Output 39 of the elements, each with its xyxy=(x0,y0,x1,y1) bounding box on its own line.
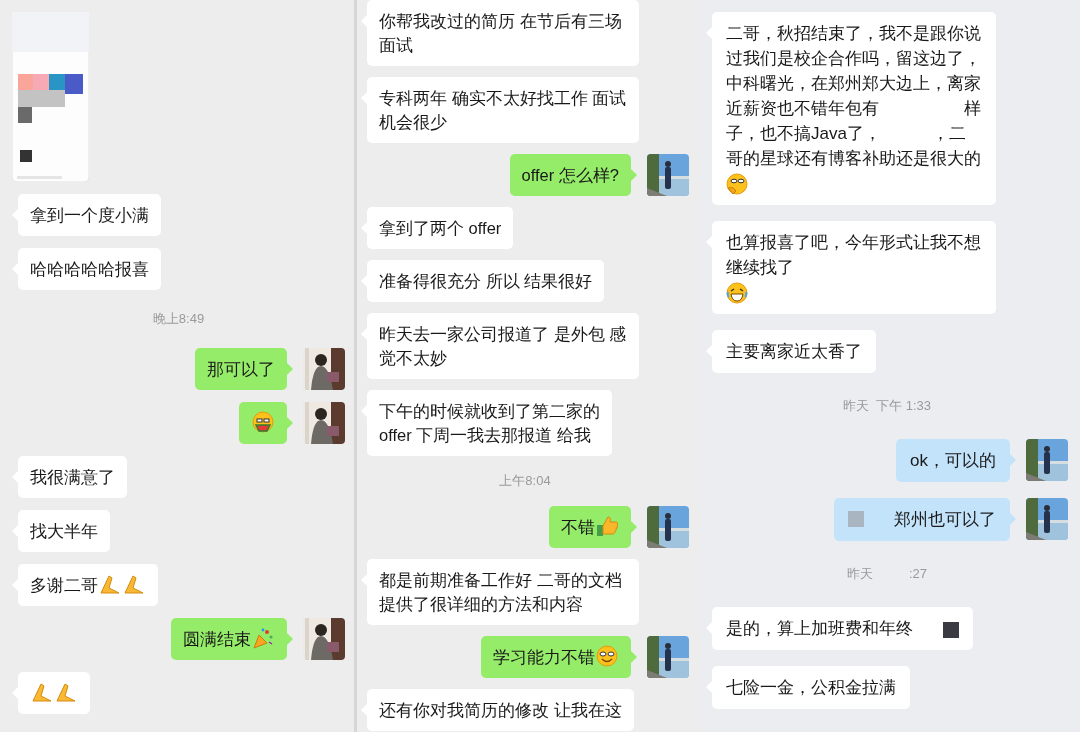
message-text: 学习能力不错 xyxy=(493,648,595,666)
timestamp: 晚上8:49 xyxy=(152,310,205,328)
message-text: offer 怎么样? xyxy=(521,166,619,184)
message-text: 主要离家近太香了 xyxy=(726,342,862,361)
message-text: 那可以了 xyxy=(207,360,275,378)
laughing-face-icon xyxy=(726,282,748,304)
message-text: 我很满意了 xyxy=(30,468,115,486)
thinking-face-icon xyxy=(726,173,748,195)
praying-hands-icon xyxy=(123,573,145,595)
message-text: 还有你对我简历的修改 让我在这 xyxy=(379,701,622,719)
message-text: 郑州也可以了 xyxy=(894,510,996,529)
message-text: ok，可以的 xyxy=(910,451,996,470)
message-text: 是的，算上加班费和年终 xyxy=(726,619,913,638)
message-text: 多谢二哥 xyxy=(30,576,98,594)
timestamp: 上午8:04 xyxy=(499,472,551,490)
praying-hands-icon xyxy=(99,573,121,595)
message-text: 也算报喜了吧，今年形式让我不想继续找了 xyxy=(726,233,981,277)
message-text: 拿到一个度小满 xyxy=(30,206,149,224)
message-text: 专科两年 确实不太好找工作 面试机会很少 xyxy=(379,89,627,131)
smiley-icon xyxy=(596,645,618,667)
message-text: 准备得很充分 所以 结果很好 xyxy=(379,272,593,290)
melon-face-icon xyxy=(252,411,274,433)
message-text: 七险一金，公积金拉满 xyxy=(726,678,896,697)
thumbs-up-icon xyxy=(596,515,618,537)
message-text: 不错 xyxy=(561,518,595,536)
message-text: 昨天去一家公司报道了 是外包 感觉不太妙 xyxy=(379,325,627,367)
party-popper-icon xyxy=(252,627,274,649)
message-text: 都是前期准备工作好 二哥的文档提供了很详细的方法和内容 xyxy=(379,571,622,613)
message-text: 二哥，秋招结束了，我不是跟你说过我们是校企合作吗，留这边了，中科曙光，在郑州郑大边上，离家近薪资也不错年包有 样子，也不搞Java了， ，二哥的星球还有博客补助还是很大的 xyxy=(726,24,981,168)
praying-hands-icon xyxy=(55,681,77,703)
message-text: 你帮我改过的简历 在节后有三场面试 xyxy=(379,12,622,54)
praying-hands-icon xyxy=(31,681,53,703)
message-text: 哈哈哈哈哈报喜 xyxy=(30,260,149,278)
timestamp: 昨天 下午 1:33 xyxy=(842,397,932,415)
timestamp: 昨天 :27 xyxy=(846,565,928,583)
message-text: 圆满结束 xyxy=(183,630,251,648)
message-text: 下午的时候就收到了第二家的 offer 下周一我去那报道 给我 xyxy=(379,402,600,444)
message-text: 找大半年 xyxy=(30,522,98,540)
message-text: 拿到了两个 offer xyxy=(379,219,502,237)
